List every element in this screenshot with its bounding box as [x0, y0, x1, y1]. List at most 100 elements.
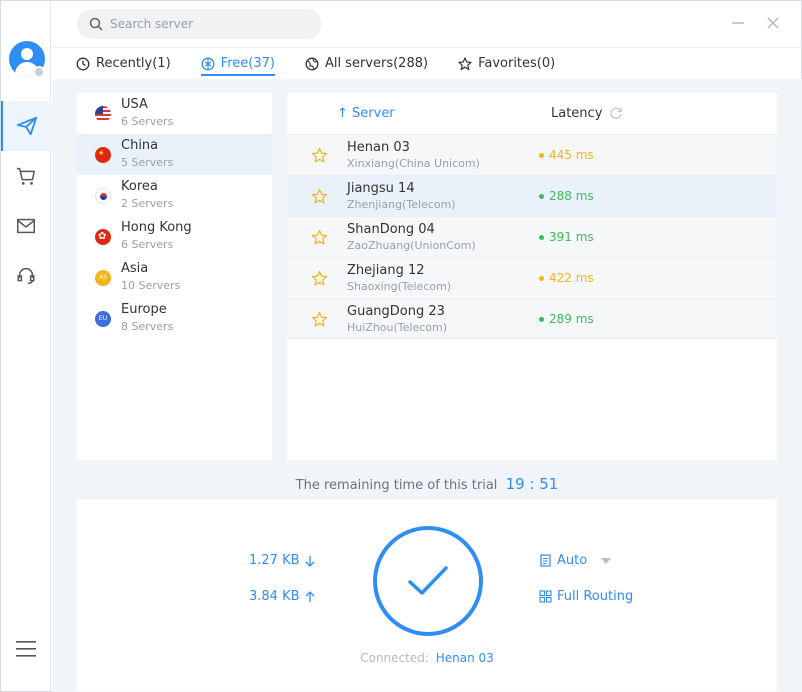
- region-list: USA 6 Servers ★ China 5 Servers Korea 2 …: [77, 93, 272, 460]
- favorite-star-icon[interactable]: [311, 270, 328, 287]
- region-item-korea[interactable]: Korea 2 Servers: [77, 175, 272, 216]
- headset-icon: [17, 267, 35, 285]
- close-icon[interactable]: [765, 15, 781, 31]
- server-name: Zhejiang 12: [347, 263, 425, 278]
- upload-value: 3.84 KB: [249, 589, 300, 604]
- upload-stat: 3.84 KB: [249, 589, 316, 604]
- connected-server: Henan 03: [435, 651, 494, 665]
- search-box: [77, 9, 322, 39]
- search-icon: [89, 17, 103, 31]
- download-value: 1.27 KB: [249, 553, 300, 568]
- favorite-star-icon[interactable]: [311, 229, 328, 246]
- tab-label: All servers(288): [324, 56, 429, 71]
- region-item-europe[interactable]: EU Europe 8 Servers: [77, 298, 272, 339]
- kr-flag-icon: [95, 188, 111, 204]
- connection-status: Connected: Henan 03: [77, 651, 777, 665]
- nav-store[interactable]: [1, 151, 51, 201]
- server-name: ShanDong 04: [347, 222, 435, 237]
- tab-recently[interactable]: Recently(1): [76, 48, 171, 80]
- tab-favorites[interactable]: Favorites(0): [458, 48, 555, 80]
- server-row[interactable]: GuangDong 23 HuiZhou(Telecom) 289 ms: [287, 298, 777, 339]
- star-icon: [458, 56, 472, 70]
- app-window: Recently(1) Free(37) All servers(288) Fa…: [0, 0, 802, 692]
- server-row[interactable]: Henan 03 Xinxiang(China Unicom) 445 ms: [287, 134, 777, 175]
- region-count: 8 Servers: [121, 320, 174, 333]
- hk-flag-icon: ✿: [95, 229, 111, 245]
- region-item-usa[interactable]: USA 6 Servers: [77, 93, 272, 134]
- favorite-star-icon[interactable]: [311, 147, 328, 164]
- asia-flag-icon: AS: [95, 270, 111, 286]
- trial-label: The remaining time of this trial: [295, 478, 498, 493]
- tab-free[interactable]: Free(37): [200, 48, 276, 80]
- server-list: ↑ Server Latency Henan 03 Xinxiang(China…: [287, 93, 777, 460]
- server-row[interactable]: Zhejiang 12 Shaoxing(Telecom) 422 ms: [287, 257, 777, 298]
- status-label: Connected:: [360, 651, 429, 665]
- region-item-asia[interactable]: AS Asia 10 Servers: [77, 257, 272, 298]
- download-stat: 1.27 KB: [249, 553, 316, 568]
- region-name: USA: [121, 97, 148, 112]
- minimize-icon[interactable]: [730, 15, 746, 31]
- server-location: HuiZhou(Telecom): [347, 321, 448, 334]
- clock-icon: [76, 57, 90, 70]
- tab-label: Favorites(0): [478, 56, 556, 71]
- latency-value: 445 ms: [539, 148, 594, 162]
- caret-down-icon: [601, 557, 612, 564]
- arrow-down-icon: [305, 555, 314, 567]
- routing-value: Full Routing: [557, 589, 634, 604]
- status-dot: [539, 152, 544, 158]
- us-flag-icon: [95, 106, 111, 122]
- checkmark-icon: [408, 566, 448, 595]
- region-count: 6 Servers: [121, 115, 174, 128]
- region-name: Hong Kong: [121, 220, 192, 235]
- status-dot: [539, 316, 544, 322]
- tab-all-servers[interactable]: All servers(288): [305, 48, 428, 80]
- server-location: Zhenjiang(Telecom): [347, 198, 456, 211]
- connect-button[interactable]: [373, 526, 483, 636]
- shield-badge-icon: [33, 66, 45, 78]
- menu-icon[interactable]: [16, 641, 36, 657]
- globe-icon: [305, 57, 319, 70]
- trial-timer: The remaining time of this trial 19 : 51: [77, 475, 777, 497]
- routing-option[interactable]: Full Routing: [539, 589, 633, 604]
- server-row[interactable]: ShanDong 04 ZaoZhuang(UnionCom) 391 ms: [287, 216, 777, 257]
- server-row[interactable]: Jiangsu 14 Zhenjiang(Telecom) 288 ms: [287, 175, 777, 216]
- nav-support[interactable]: [1, 251, 51, 301]
- server-name: Jiangsu 14: [347, 181, 415, 196]
- region-name: Europe: [121, 302, 167, 317]
- region-name: Korea: [121, 179, 158, 194]
- eu-flag-icon: EU: [95, 311, 111, 327]
- nav-servers[interactable]: [1, 101, 51, 151]
- server-name: GuangDong 23: [347, 304, 445, 319]
- favorite-star-icon[interactable]: [311, 311, 328, 328]
- region-count: 10 Servers: [121, 279, 181, 292]
- region-count: 5 Servers: [121, 156, 174, 169]
- server-name: Henan 03: [347, 140, 410, 155]
- status-dot: [539, 275, 544, 281]
- paper-plane-icon: [16, 116, 38, 136]
- latency-value: 289 ms: [539, 312, 594, 326]
- trial-time: 19 : 51: [505, 475, 559, 493]
- side-rail: [1, 1, 51, 691]
- nav-messages[interactable]: [1, 201, 51, 251]
- refresh-icon[interactable]: [609, 106, 623, 120]
- latency-header: Latency: [551, 106, 603, 121]
- server-location: Xinxiang(China Unicom): [347, 157, 480, 170]
- region-item-hong-kong[interactable]: ✿ Hong Kong 6 Servers: [77, 216, 272, 257]
- server-location: Shaoxing(Telecom): [347, 280, 452, 293]
- mode-value: Auto: [557, 553, 588, 568]
- region-count: 6 Servers: [121, 238, 174, 251]
- arrow-up-icon: [305, 590, 314, 602]
- mode-select[interactable]: Auto: [539, 553, 616, 568]
- sort-by-server[interactable]: ↑ Server: [337, 106, 395, 121]
- server-list-header: ↑ Server Latency: [287, 93, 777, 134]
- tab-label: Free(37): [220, 56, 275, 71]
- region-count: 2 Servers: [121, 197, 174, 210]
- region-item-china[interactable]: ★ China 5 Servers: [77, 134, 272, 175]
- cart-icon: [16, 167, 35, 185]
- latency-value: 288 ms: [539, 189, 594, 203]
- search-input[interactable]: [110, 17, 310, 31]
- favorite-star-icon[interactable]: [311, 188, 328, 205]
- mail-icon: [17, 218, 35, 234]
- grid-icon: [539, 590, 552, 603]
- status-dot: [539, 193, 544, 199]
